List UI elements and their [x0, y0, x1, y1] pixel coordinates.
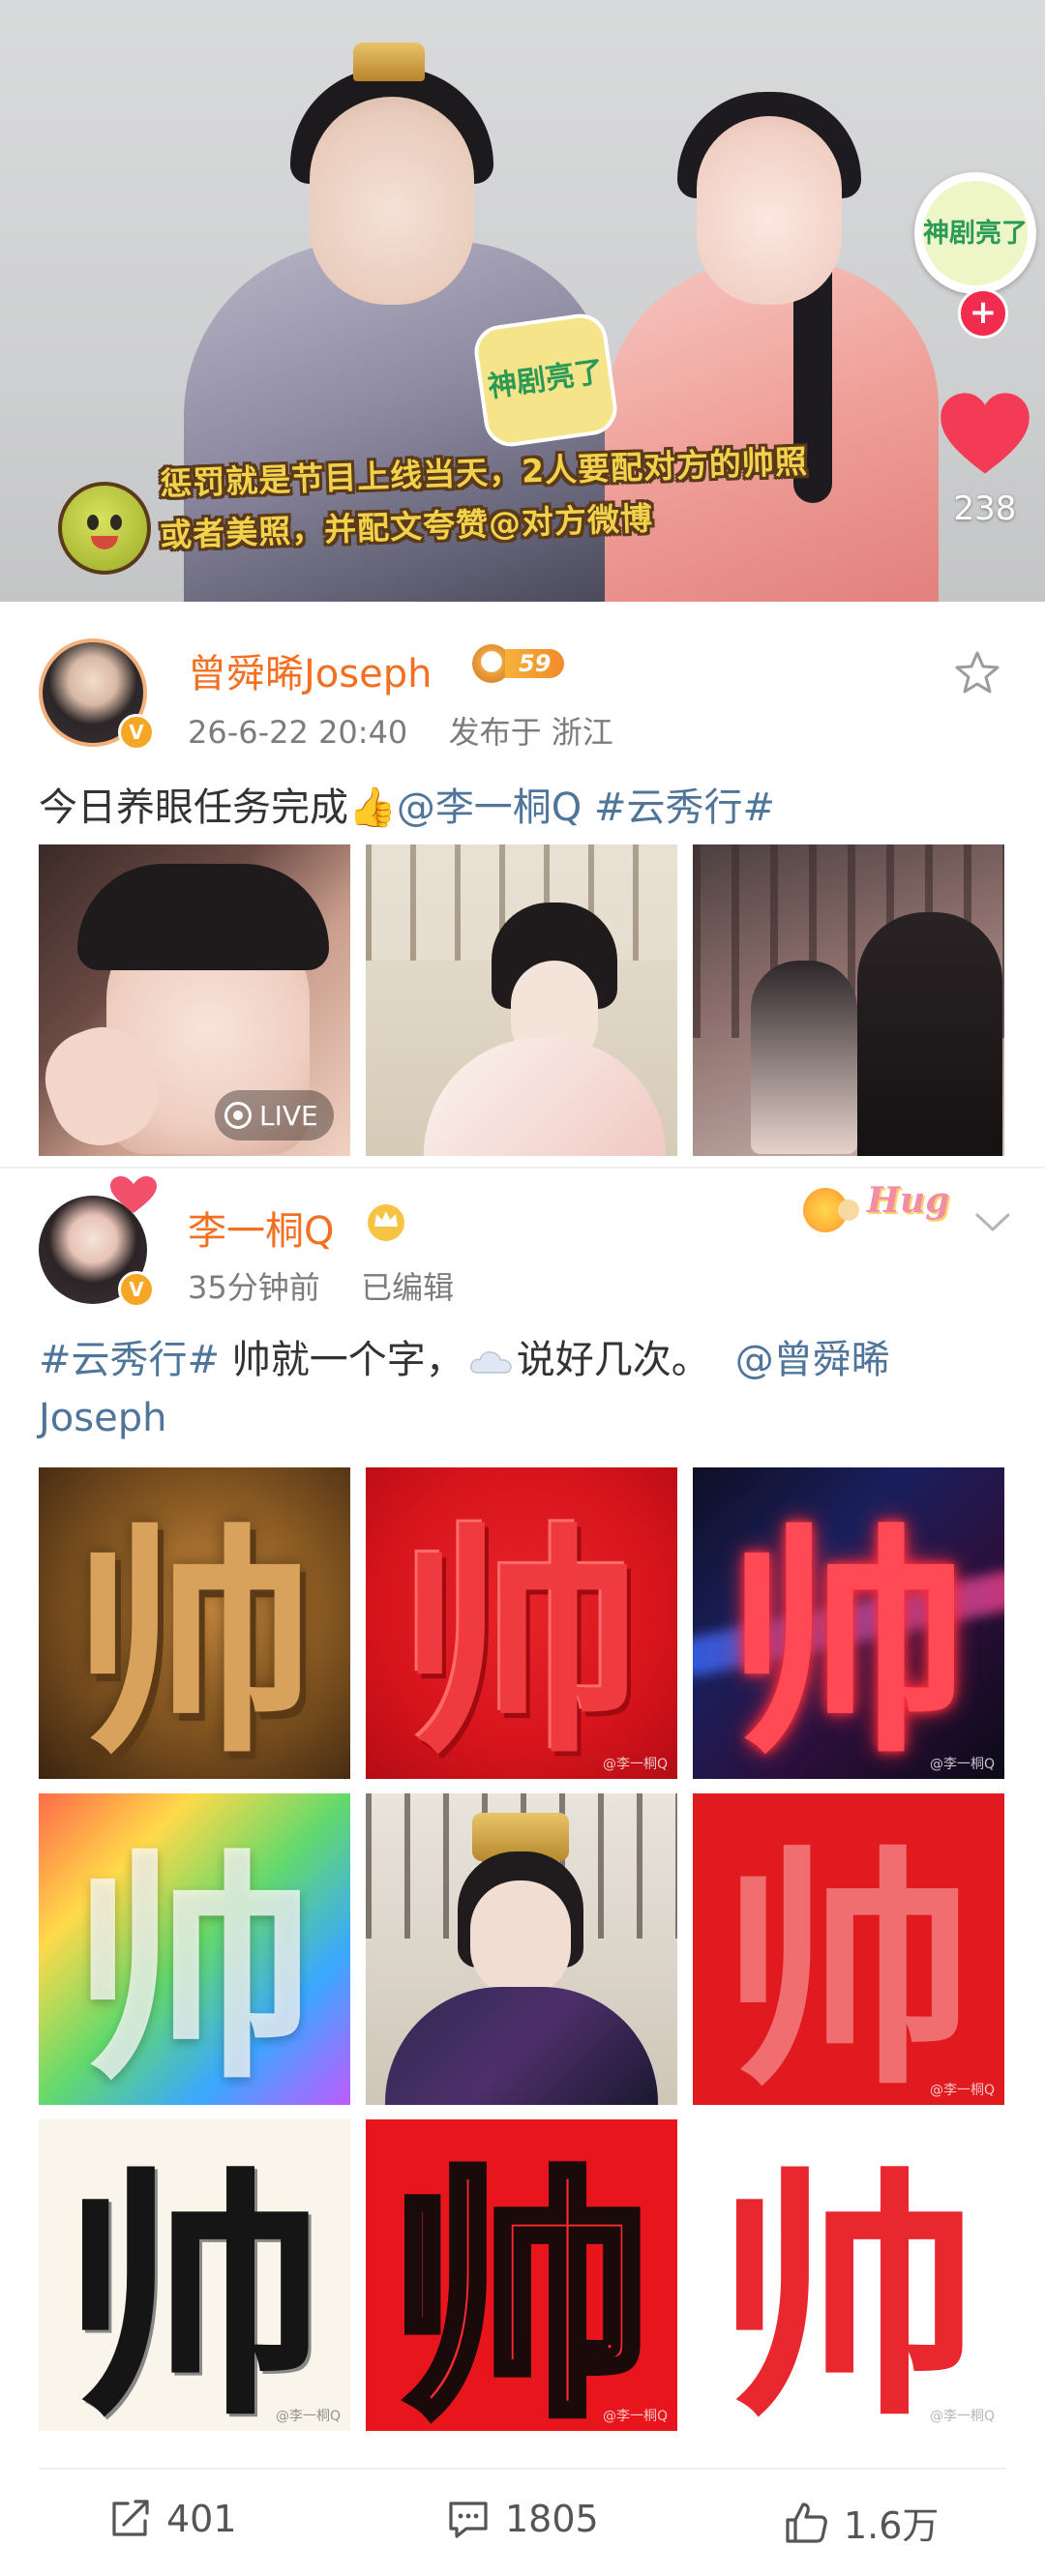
- post2-text-after-emoji: 说好几次。: [516, 1338, 710, 1382]
- video-scene-face-left: [310, 97, 474, 305]
- post2-username[interactable]: 李一桐Q: [188, 1199, 334, 1256]
- comment-icon: [449, 2502, 488, 2538]
- post2-mention-link[interactable]: @曾舜晞: [735, 1338, 890, 1382]
- video-scene-face-right: [697, 116, 842, 305]
- level-badge: 59: [472, 644, 577, 683]
- image-watermark: @李一桐Q: [929, 2409, 995, 2424]
- post1-username[interactable]: 曾舜晞Joseph: [188, 642, 432, 698]
- post2-image-3[interactable]: 帅 @李一桐Q: [693, 1467, 1004, 1779]
- follow-plus-icon[interactable]: +: [958, 288, 1008, 339]
- verified-badge-icon: V: [118, 1271, 155, 1308]
- share-icon: [112, 2500, 149, 2536]
- chevron-down-icon[interactable]: [973, 1211, 1012, 1234]
- share-button[interactable]: 401: [108, 2498, 237, 2540]
- shuai-char: 帅: [64, 2143, 325, 2432]
- thumbs-up-icon: [786, 2502, 827, 2543]
- creator-avatar-logo: 神剧亮了: [923, 181, 1028, 285]
- hug-decoration: Hug: [803, 1178, 958, 1236]
- shuai-char: 帅: [728, 1501, 970, 1779]
- creator-avatar[interactable]: 神剧亮了: [914, 172, 1036, 294]
- post-divider: [0, 1167, 1045, 1169]
- shuai-char: 帅: [723, 1823, 974, 2106]
- heart-decoration-icon: [110, 1176, 157, 1213]
- image-watermark: @李一桐Q: [602, 2409, 668, 2424]
- comment-count: 1805: [505, 2498, 599, 2540]
- live-badge: LIVE: [215, 1090, 334, 1140]
- video-scene-crown: [353, 43, 425, 81]
- post2-image-1[interactable]: 帅: [39, 1467, 350, 1779]
- star-icon[interactable]: [954, 650, 1000, 695]
- shuai-char: 帅: [401, 1501, 642, 1779]
- image-watermark: @李一桐Q: [929, 1757, 995, 1772]
- post2-mention-link-cont[interactable]: Joseph: [39, 1396, 166, 1440]
- show-logo-sign: 神剧亮了: [470, 311, 621, 450]
- post2-text-line1: #云秀行# 帅就一个字， 说好几次。 @曾舜晞: [39, 1331, 890, 1389]
- post1-image-1[interactable]: LIVE: [39, 844, 350, 1156]
- post1-location: 发布于 浙江: [448, 714, 613, 751]
- verified-badge-icon: V: [118, 714, 155, 751]
- post2-meta: 35分钟前 已编辑: [188, 1263, 454, 1308]
- post2-text-mid: 帅就一个字，: [220, 1338, 464, 1382]
- post2-hashtag-link[interactable]: #云秀行#: [39, 1338, 220, 1382]
- post1-mention-link[interactable]: @李一桐Q: [397, 785, 582, 830]
- shuai-char: 帅: [386, 2139, 657, 2432]
- action-bar-divider: [39, 2468, 1006, 2470]
- post2-image-9[interactable]: 帅 @李一桐Q: [693, 2119, 1004, 2431]
- live-icon: [224, 1102, 252, 1129]
- post1-hashtag-link[interactable]: #云秀行#: [594, 785, 775, 830]
- cloud-icon: [469, 1351, 512, 1374]
- share-count: 401: [166, 2498, 237, 2540]
- video-like-count: 238: [953, 489, 1017, 528]
- post2-image-6[interactable]: 帅 @李一桐Q: [693, 1793, 1004, 2105]
- comment-button[interactable]: 1805: [445, 2498, 599, 2540]
- post2-image-8[interactable]: 帅 @李一桐Q: [366, 2119, 677, 2431]
- post2-image-4[interactable]: 帅: [39, 1793, 350, 2105]
- shuai-char: 帅: [718, 2143, 979, 2432]
- post1-text-main: 今日养眼任务完成👍: [39, 785, 397, 830]
- hug-text: Hug: [867, 1180, 950, 1221]
- post2-image-2[interactable]: 帅 @李一桐Q: [366, 1467, 677, 1779]
- post1-text: 今日养眼任务完成👍@李一桐Q #云秀行#: [39, 779, 775, 837]
- post2-text-line2: Joseph: [39, 1389, 166, 1447]
- video-scene-actress-right: [605, 261, 939, 602]
- like-count: 1.6万: [844, 2504, 940, 2547]
- post2-edited: 已编辑: [361, 1269, 455, 1306]
- crown-badge-icon: [368, 1204, 404, 1241]
- post2-image-7[interactable]: 帅 @李一桐Q: [39, 2119, 350, 2431]
- mascot-icon: [58, 482, 151, 575]
- heart-icon[interactable]: [935, 385, 1035, 486]
- video-player[interactable]: 神剧亮了 惩罚就是节目上线当天，2人要配对方的帅照 或者美照，并配文夸赞@对方微…: [0, 0, 1045, 602]
- post2-image-5[interactable]: [366, 1793, 677, 2105]
- image-watermark: @李一桐Q: [275, 2409, 341, 2424]
- shuai-char: 帅: [74, 1827, 315, 2105]
- post1-image-2[interactable]: [366, 844, 677, 1156]
- image-watermark: @李一桐Q: [602, 1757, 668, 1772]
- level-number: 59: [505, 649, 565, 678]
- post1-meta: 26-6-22 20:40 发布于 浙江: [188, 708, 613, 753]
- image-watermark: @李一桐Q: [929, 2083, 995, 2098]
- shuai-char: 帅: [74, 1501, 315, 1779]
- live-label: LIVE: [259, 1099, 318, 1132]
- post2-time: 35分钟前: [188, 1269, 320, 1306]
- like-button[interactable]: 1.6万: [784, 2496, 939, 2549]
- post1-time: 26-6-22 20:40: [188, 714, 408, 751]
- post1-image-3[interactable]: [693, 844, 1004, 1156]
